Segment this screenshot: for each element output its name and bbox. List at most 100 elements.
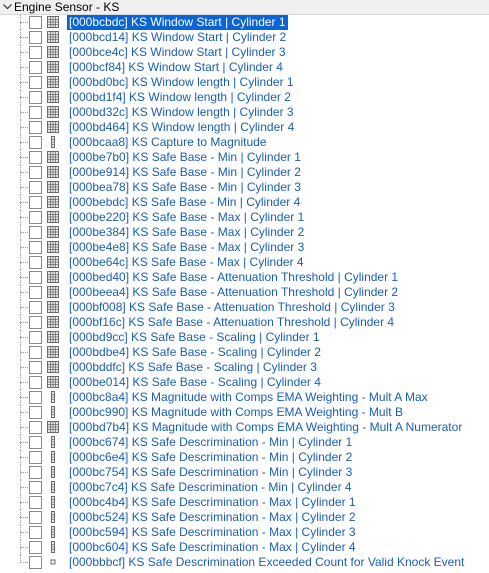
tree-item[interactable]: [000bdbe4] KS Safe Base - Scaling | Cyli…: [0, 345, 489, 360]
item-checkbox[interactable]: [29, 376, 42, 389]
tree-item-label[interactable]: [000bddfc] KS Safe Base - Scaling | Cyli…: [67, 360, 319, 375]
tree-item[interactable]: [000bddfc] KS Safe Base - Scaling | Cyli…: [0, 360, 489, 375]
item-checkbox[interactable]: [29, 241, 42, 254]
tree-item-label[interactable]: [000bdbe4] KS Safe Base - Scaling | Cyli…: [67, 345, 323, 360]
tree-item[interactable]: [000bd464] KS Window length | Cylinder 4: [0, 120, 489, 135]
tree-item-label[interactable]: [000bc8a4] KS Magnitude with Comps EMA W…: [67, 390, 430, 405]
item-checkbox[interactable]: [29, 166, 42, 179]
tree-item-label[interactable]: [000bc754] KS Safe Descrimination - Min …: [67, 465, 354, 480]
group-header[interactable]: Engine Sensor - KS: [0, 0, 489, 15]
tree-item[interactable]: [000bc604] KS Safe Descrimination - Max …: [0, 540, 489, 555]
tree-item-label[interactable]: [000bd7b4] KS Magnitude with Comps EMA W…: [67, 420, 464, 435]
tree-item-label[interactable]: [000bed40] KS Safe Base - Attenuation Th…: [67, 270, 400, 285]
tree-item-label[interactable]: [000bd1f4] KS Window length | Cylinder 2: [67, 90, 293, 105]
item-checkbox[interactable]: [29, 361, 42, 374]
item-checkbox[interactable]: [29, 136, 42, 149]
tree-item[interactable]: [000be64c] KS Safe Base - Max | Cylinder…: [0, 255, 489, 270]
item-checkbox[interactable]: [29, 286, 42, 299]
tree-item-label[interactable]: [000bea78] KS Safe Base - Min | Cylinder…: [67, 180, 303, 195]
item-checkbox[interactable]: [29, 421, 42, 434]
tree-item-label[interactable]: [000bbbcf] KS Safe Descrimination Exceed…: [67, 555, 466, 570]
tree-item[interactable]: [000bed40] KS Safe Base - Attenuation Th…: [0, 270, 489, 285]
item-checkbox[interactable]: [29, 526, 42, 539]
tree-item-label[interactable]: [000bc524] KS Safe Descrimination - Max …: [67, 510, 358, 525]
tree-item-label[interactable]: [000bcf84] KS Window Start | Cylinder 4: [67, 60, 285, 75]
item-checkbox[interactable]: [29, 151, 42, 164]
tree-item[interactable]: [000bd32c] KS Window length | Cylinder 3: [0, 105, 489, 120]
item-checkbox[interactable]: [29, 256, 42, 269]
tree-item-label[interactable]: [000bcbdc] KS Window Start | Cylinder 1: [67, 15, 288, 30]
tree-item-label[interactable]: [000bd9cc] KS Safe Base - Scaling | Cyli…: [67, 330, 322, 345]
tree-item[interactable]: [000bc4b4] KS Safe Descrimination - Max …: [0, 495, 489, 510]
item-checkbox[interactable]: [29, 481, 42, 494]
tree-item[interactable]: [000bd9cc] KS Safe Base - Scaling | Cyli…: [0, 330, 489, 345]
tree-item[interactable]: [000be384] KS Safe Base - Max | Cylinder…: [0, 225, 489, 240]
tree-item[interactable]: [000bc6e4] KS Safe Descrimination - Min …: [0, 450, 489, 465]
item-checkbox[interactable]: [29, 16, 42, 29]
tree-item-label[interactable]: [000bcd14] KS Window Start | Cylinder 2: [67, 30, 288, 45]
tree-item-label[interactable]: [000be7b0] KS Safe Base - Min | Cylinder…: [67, 150, 303, 165]
item-checkbox[interactable]: [29, 46, 42, 59]
tree-item[interactable]: [000bf16c] KS Safe Base - Attenuation Th…: [0, 315, 489, 330]
tree-item[interactable]: [000bcd14] KS Window Start | Cylinder 2: [0, 30, 489, 45]
tree-item[interactable]: [000bc754] KS Safe Descrimination - Min …: [0, 465, 489, 480]
tree-item-label[interactable]: [000bf16c] KS Safe Base - Attenuation Th…: [67, 315, 396, 330]
tree-item[interactable]: [000bea78] KS Safe Base - Min | Cylinder…: [0, 180, 489, 195]
item-checkbox[interactable]: [29, 271, 42, 284]
item-checkbox[interactable]: [29, 316, 42, 329]
tree-item[interactable]: [000bce4c] KS Window Start | Cylinder 3: [0, 45, 489, 60]
tree-item-label[interactable]: [000bc594] KS Safe Descrimination - Max …: [67, 525, 358, 540]
item-checkbox[interactable]: [29, 226, 42, 239]
item-checkbox[interactable]: [29, 121, 42, 134]
item-checkbox[interactable]: [29, 511, 42, 524]
tree-item[interactable]: [000be220] KS Safe Base - Max | Cylinder…: [0, 210, 489, 225]
item-checkbox[interactable]: [29, 211, 42, 224]
item-checkbox[interactable]: [29, 346, 42, 359]
tree-item[interactable]: [000bd1f4] KS Window length | Cylinder 2: [0, 90, 489, 105]
tree-item[interactable]: [000bcbdc] KS Window Start | Cylinder 1: [0, 15, 489, 30]
tree-item-label[interactable]: [000bd0bc] KS Window length | Cylinder 1: [67, 75, 296, 90]
tree-item-label[interactable]: [000be384] KS Safe Base - Max | Cylinder…: [67, 225, 306, 240]
item-checkbox[interactable]: [29, 391, 42, 404]
tree-item[interactable]: [000bd0bc] KS Window length | Cylinder 1: [0, 75, 489, 90]
item-checkbox[interactable]: [29, 436, 42, 449]
tree-item[interactable]: [000bc990] KS Magnitude with Comps EMA W…: [0, 405, 489, 420]
tree-view[interactable]: [000bcbdc] KS Window Start | Cylinder 1[…: [0, 15, 489, 573]
tree-item-label[interactable]: [000be64c] KS Safe Base - Max | Cylinder…: [67, 255, 306, 270]
tree-item[interactable]: [000be7b0] KS Safe Base - Min | Cylinder…: [0, 150, 489, 165]
item-checkbox[interactable]: [29, 196, 42, 209]
tree-item-label[interactable]: [000bc6e4] KS Safe Descrimination - Min …: [67, 450, 354, 465]
tree-item[interactable]: [000be014] KS Safe Base - Scaling | Cyli…: [0, 375, 489, 390]
item-checkbox[interactable]: [29, 496, 42, 509]
tree-item-label[interactable]: [000be014] KS Safe Base - Scaling | Cyli…: [67, 375, 323, 390]
tree-item[interactable]: [000bc524] KS Safe Descrimination - Max …: [0, 510, 489, 525]
tree-item-label[interactable]: [000bf008] KS Safe Base - Attenuation Th…: [67, 300, 397, 315]
tree-item[interactable]: [000bc594] KS Safe Descrimination - Max …: [0, 525, 489, 540]
item-checkbox[interactable]: [29, 301, 42, 314]
tree-item-label[interactable]: [000bc604] KS Safe Descrimination - Max …: [67, 540, 358, 555]
item-checkbox[interactable]: [29, 106, 42, 119]
item-checkbox[interactable]: [29, 91, 42, 104]
tree-item[interactable]: [000bebdc] KS Safe Base - Min | Cylinder…: [0, 195, 489, 210]
item-checkbox[interactable]: [29, 31, 42, 44]
item-checkbox[interactable]: [29, 61, 42, 74]
tree-item-label[interactable]: [000be220] KS Safe Base - Max | Cylinder…: [67, 210, 306, 225]
tree-item[interactable]: [000bc674] KS Safe Descrimination - Min …: [0, 435, 489, 450]
item-checkbox[interactable]: [29, 466, 42, 479]
item-checkbox[interactable]: [29, 451, 42, 464]
tree-item[interactable]: [000be914] KS Safe Base - Min | Cylinder…: [0, 165, 489, 180]
tree-item-label[interactable]: [000bd32c] KS Window length | Cylinder 3: [67, 105, 296, 120]
tree-item[interactable]: [000beea4] KS Safe Base - Attenuation Th…: [0, 285, 489, 300]
tree-item[interactable]: [000bc7c4] KS Safe Descrimination - Min …: [0, 480, 489, 495]
tree-item[interactable]: [000bd7b4] KS Magnitude with Comps EMA W…: [0, 420, 489, 435]
item-checkbox[interactable]: [29, 331, 42, 344]
item-checkbox[interactable]: [29, 181, 42, 194]
tree-item[interactable]: [000bf008] KS Safe Base - Attenuation Th…: [0, 300, 489, 315]
tree-item-label[interactable]: [000bebdc] KS Safe Base - Min | Cylinder…: [67, 195, 302, 210]
tree-item[interactable]: [000bc8a4] KS Magnitude with Comps EMA W…: [0, 390, 489, 405]
tree-item-label[interactable]: [000be4e8] KS Safe Base - Max | Cylinder…: [67, 240, 306, 255]
tree-item-label[interactable]: [000bcaa8] KS Capture to Magnitude: [67, 135, 268, 150]
tree-item-label[interactable]: [000bc7c4] KS Safe Descrimination - Min …: [67, 480, 354, 495]
tree-item-label[interactable]: [000bd464] KS Window length | Cylinder 4: [67, 120, 296, 135]
item-checkbox[interactable]: [29, 541, 42, 554]
